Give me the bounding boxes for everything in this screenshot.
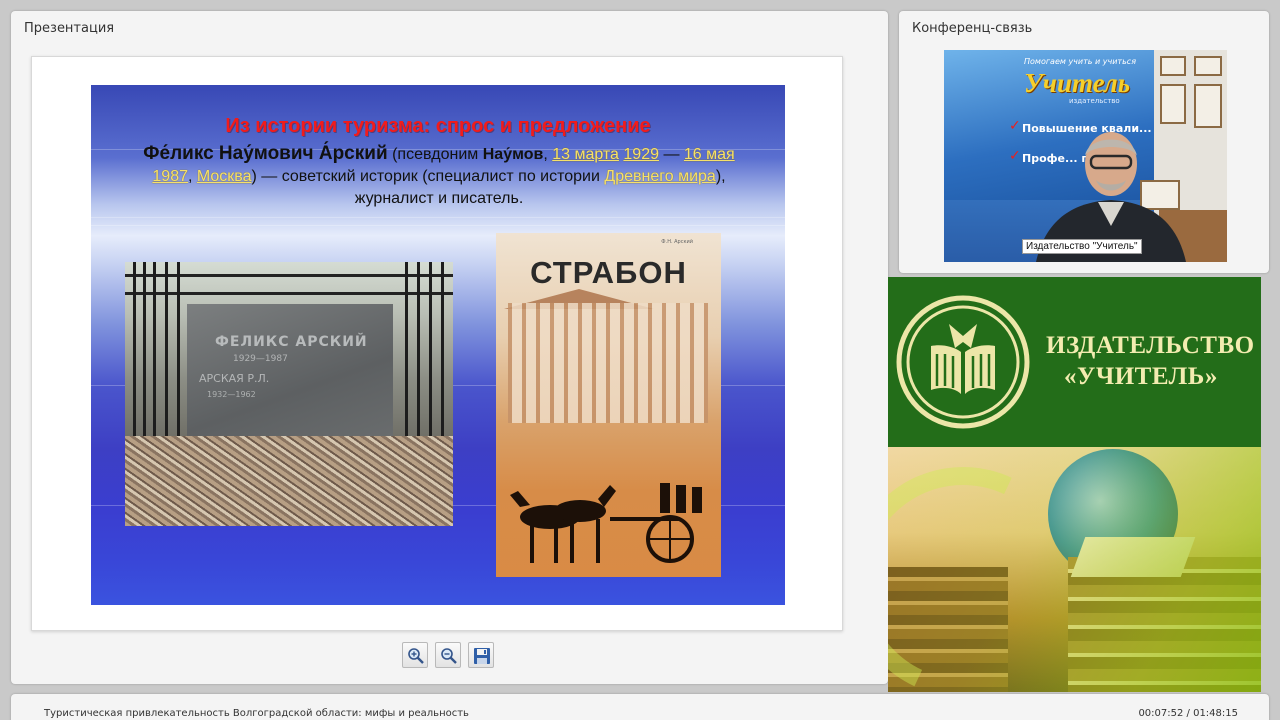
- gravestone-line-4: 1932—1962: [207, 390, 256, 399]
- separator: ,: [543, 146, 553, 163]
- pseudonym-prefix: (псевдоним: [387, 146, 483, 163]
- link-birth-year[interactable]: 1929: [623, 146, 659, 163]
- link-death-year[interactable]: 1987: [152, 168, 188, 185]
- temple-illustration: [508, 303, 708, 423]
- wall-frame: [1160, 56, 1186, 76]
- publisher-emblem-icon: [896, 295, 1030, 429]
- video-feed[interactable]: Помогаем учить и учиться Учитель издател…: [944, 50, 1227, 262]
- save-icon: [474, 648, 490, 664]
- wall-frame: [1194, 56, 1222, 76]
- link-ancient-world[interactable]: Древнего мира: [604, 168, 715, 185]
- player-footer: Туристическая привлекательность Волгогра…: [11, 694, 1269, 720]
- wall-frame: [1160, 84, 1186, 124]
- backdrop-slogan: Помогаем учить и учиться: [1024, 57, 1137, 66]
- book-cover-title: СТРАБОН: [530, 255, 687, 290]
- save-button[interactable]: [468, 642, 494, 668]
- zoom-out-icon: [441, 648, 457, 664]
- book-cover-author: Ф.Н. Арский: [661, 239, 693, 245]
- link-death-day[interactable]: 16 мая: [684, 146, 735, 163]
- backdrop-subtitle: издательство: [1069, 97, 1120, 105]
- publisher-logo-banner: ИЗДАТЕЛЬСТВО «УЧИТЕЛЬ»: [888, 277, 1261, 447]
- publisher-name-line-1: ИЗДАТЕЛЬСТВО: [1046, 332, 1255, 359]
- publisher-name-line-2: «УЧИТЕЛЬ»: [1064, 363, 1218, 390]
- separator: ,: [187, 168, 197, 185]
- gravestone-line-1: ФЕЛИКС АРСКИЙ: [215, 334, 368, 350]
- description-text: ) — советский историк (специалист по ист…: [251, 168, 605, 185]
- participant-name-tag: Издательство "Учитель": [1022, 239, 1142, 254]
- presentation-panel-title: Презентация: [24, 21, 115, 36]
- zoom-in-icon: [408, 648, 424, 664]
- grave-photo: ФЕЛИКС АРСКИЙ 1929—1987 АРСКАЯ Р.Л. 1932…: [125, 262, 453, 526]
- fallen-leaves: [125, 436, 453, 526]
- conference-panel: Конференц-связь Помогаем учить и учиться…: [899, 11, 1269, 273]
- link-birth-day[interactable]: 13 марта: [552, 146, 619, 163]
- wall-frame: [1194, 84, 1222, 128]
- chariot-illustration: [510, 483, 702, 563]
- slide-heading: Из истории туризма: спрос и предложение: [225, 115, 651, 137]
- gravestone-line-3: АРСКАЯ Р.Л.: [199, 372, 270, 385]
- person-name: Фе́ликс Нау́мович А́рский: [143, 143, 388, 164]
- book-cover: Ф.Н. Арский СТРАБОН: [496, 233, 721, 577]
- green-tint-overlay: [888, 447, 1261, 692]
- dash: —: [659, 146, 684, 163]
- slide-frame: Из истории туризма: спрос и предложение …: [31, 56, 843, 631]
- check-icon: ✓: [1009, 118, 1021, 134]
- slide-body-text: Фе́ликс Нау́мович А́рский (псевдоним Нау…: [137, 143, 741, 210]
- pseudonym: Нау́мов: [482, 146, 544, 163]
- presentation-panel: Презентация Из истории туризма: спрос и …: [11, 11, 888, 684]
- check-icon: ✓: [1009, 148, 1021, 164]
- gravestone-line-2: 1929—1987: [233, 354, 288, 364]
- playback-time: 00:07:52 / 01:48:15: [1138, 708, 1238, 719]
- webinar-title: Туристическая привлекательность Волгогра…: [44, 708, 469, 719]
- presentation-slide: Из истории туризма: спрос и предложение …: [91, 85, 785, 605]
- link-city[interactable]: Москва: [197, 168, 252, 185]
- conference-panel-title: Конференц-связь: [912, 21, 1033, 36]
- books-globe-image: [888, 447, 1261, 692]
- zoom-in-button[interactable]: [402, 642, 428, 668]
- backdrop-logo-text: Учитель: [1024, 68, 1131, 98]
- zoom-out-button[interactable]: [435, 642, 461, 668]
